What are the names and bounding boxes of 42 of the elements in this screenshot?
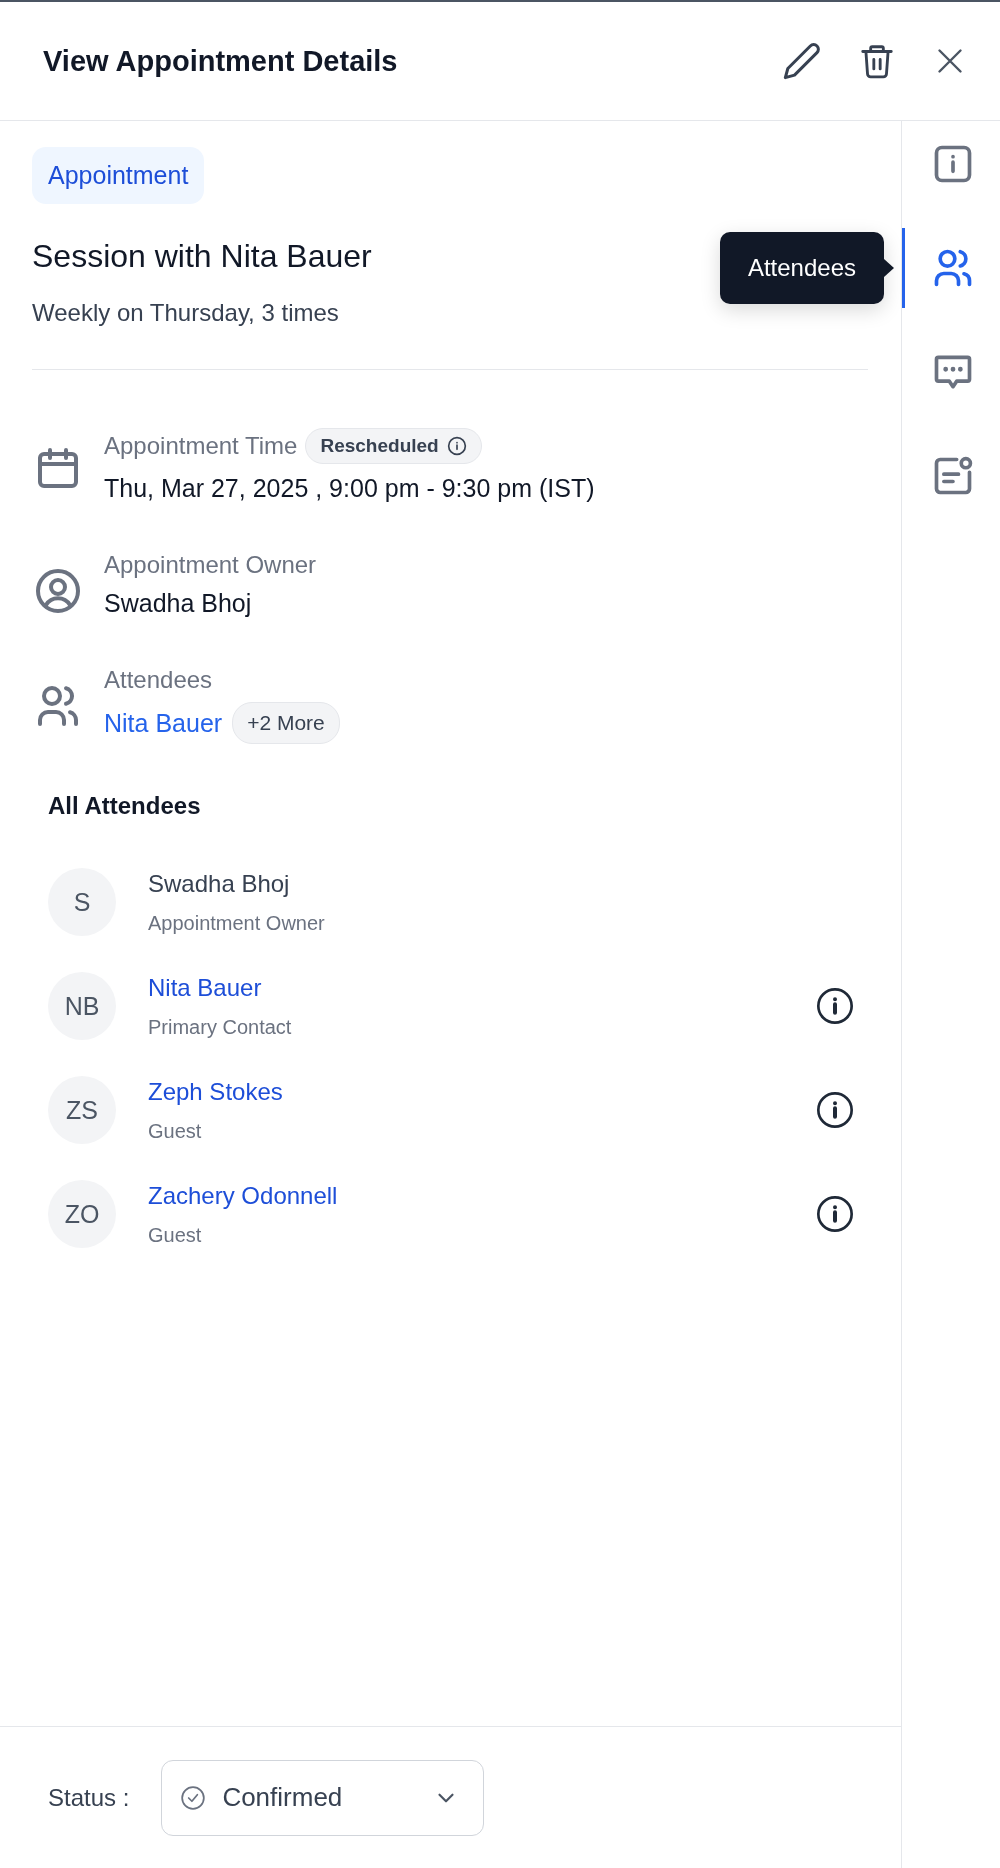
detail-label: Appointment Owner bbox=[104, 551, 317, 579]
detail-label: Attendees bbox=[104, 666, 213, 694]
pencil-icon bbox=[782, 41, 822, 81]
attendee-role: Appointment Owner bbox=[148, 911, 326, 935]
avatar: ZS bbox=[48, 1076, 116, 1144]
detail-label: Appointment Time bbox=[104, 432, 298, 460]
info-icon bbox=[815, 1194, 855, 1234]
attendee-name: Swadha Bhoj bbox=[148, 869, 291, 898]
trash-icon bbox=[858, 42, 896, 80]
attendee-link[interactable]: Nita Bauer bbox=[148, 973, 815, 1002]
tooltip-arrow bbox=[884, 259, 894, 277]
attendee-role: Guest bbox=[148, 1223, 203, 1247]
attendee-role: Guest bbox=[148, 1119, 203, 1143]
info-button[interactable] bbox=[815, 1090, 855, 1130]
status-badge: Rescheduled bbox=[305, 428, 482, 464]
delete-button[interactable] bbox=[858, 42, 896, 80]
attendee-role: Primary Contact bbox=[148, 1015, 293, 1039]
info-button[interactable] bbox=[815, 1194, 855, 1234]
panel-title: View Appointment Details bbox=[43, 44, 399, 78]
avatar: ZO bbox=[48, 1180, 116, 1248]
info-icon bbox=[815, 1090, 855, 1130]
status-dropdown[interactable]: Confirmed bbox=[161, 1759, 485, 1836]
type-tag: Appointment bbox=[32, 147, 205, 204]
attendee-link[interactable]: Zachery Odonnell bbox=[148, 1181, 815, 1210]
appointment-title: Session with Nita Bauer bbox=[32, 238, 372, 275]
info-icon bbox=[446, 436, 467, 456]
tooltip: Attendees bbox=[719, 232, 884, 304]
status-label: Status : bbox=[48, 1783, 130, 1812]
recurrence-text: Weekly on Thursday, 3 times bbox=[32, 299, 339, 327]
section-heading: All Attendees bbox=[48, 792, 202, 820]
avatar: NB bbox=[48, 972, 116, 1040]
edit-button[interactable] bbox=[782, 41, 822, 81]
info-button[interactable] bbox=[815, 986, 855, 1026]
attendee-link[interactable]: Zeph Stokes bbox=[148, 1077, 815, 1106]
info-icon bbox=[815, 986, 855, 1026]
detail-value: Swadha Bhoj bbox=[104, 589, 253, 618]
user-circle-icon bbox=[34, 567, 82, 615]
more-attendees-button[interactable]: +2 More bbox=[232, 702, 340, 744]
attendee-link[interactable]: Nita Bauer bbox=[104, 708, 223, 738]
check-circle-icon bbox=[180, 1784, 207, 1811]
detail-value: Thu, Mar 27, 2025 , 9:00 pm - 9:30 pm (IST) bbox=[104, 474, 595, 503]
avatar: S bbox=[48, 868, 116, 936]
